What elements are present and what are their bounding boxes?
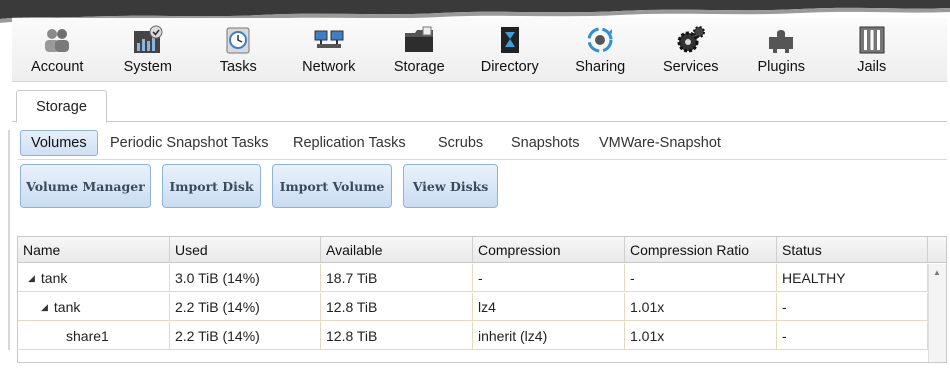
toolbar-label: Plugins <box>757 59 806 75</box>
volumes-table: Name Used Available Compression Compress… <box>17 236 947 363</box>
toolbar-label: Sharing <box>575 59 626 75</box>
cell-name: share1 <box>18 322 170 350</box>
cell-name: ◢ tank <box>18 293 170 321</box>
services-icon <box>675 25 707 55</box>
row-name-text: share1 <box>66 328 109 344</box>
toolbar-storage[interactable]: Storage <box>374 18 465 81</box>
toolbar-jails[interactable]: Jails <box>827 18 918 81</box>
toolbar-label: System <box>123 59 172 75</box>
column-header-compression-ratio[interactable]: Compression Ratio <box>625 237 777 263</box>
subtab-vmware-snapshot[interactable]: VMWare-Snapshot <box>599 130 721 156</box>
toolbar-label: Network <box>302 59 356 75</box>
toolbar-account[interactable]: Account <box>12 18 103 81</box>
cell-compression-ratio: - <box>625 264 777 292</box>
toolbar-label: Storage <box>393 59 445 75</box>
column-header-status[interactable]: Status <box>777 237 928 263</box>
cell-compression: - <box>473 264 625 292</box>
cell-compression: lz4 <box>473 293 625 321</box>
subtab-scrubs[interactable]: Scrubs <box>438 130 483 156</box>
cell-status: - <box>777 293 928 321</box>
network-icon <box>313 25 345 55</box>
toolbar-label: Services <box>662 59 719 75</box>
tasks-icon <box>222 25 254 55</box>
cell-available: 18.7 TiB <box>321 264 473 292</box>
plugins-icon <box>765 25 797 55</box>
cell-used: 2.2 TiB (14%) <box>170 322 321 350</box>
cell-status: - <box>777 322 928 350</box>
volume-manager-button[interactable]: Volume Manager <box>20 164 151 208</box>
view-disks-button[interactable]: View Disks <box>403 164 498 208</box>
row-name-text: tank <box>53 299 81 315</box>
cell-available: 12.8 TiB <box>321 322 473 350</box>
toolbar-tasks[interactable]: Tasks <box>193 18 284 81</box>
cell-available: 12.8 TiB <box>321 293 473 321</box>
toolbar-system[interactable]: System <box>103 18 194 81</box>
system-icon <box>132 25 164 55</box>
left-divider <box>8 130 10 350</box>
cell-name: ◢ tank <box>18 264 170 292</box>
storage-icon <box>403 25 435 55</box>
toolbar-label: Directory <box>480 59 539 75</box>
directory-icon <box>494 25 526 55</box>
table-header: Name Used Available Compression Compress… <box>18 237 946 263</box>
row-name-text: tank <box>40 270 68 286</box>
toolbar-directory[interactable]: Directory <box>465 18 556 81</box>
expand-triangle-icon[interactable]: ◢ <box>41 302 48 313</box>
storage-subtabs: Volumes Periodic Snapshot Tasks Replicat… <box>18 124 947 160</box>
expand-triangle-icon[interactable]: ◢ <box>28 273 35 284</box>
header-spacer <box>928 237 946 263</box>
jails-icon <box>856 25 888 55</box>
cell-compression-ratio: 1.01x <box>625 293 777 321</box>
cell-compression-ratio: 1.01x <box>625 322 777 350</box>
top-toolbar: Account System Tasks Network Storage Dir… <box>12 18 947 82</box>
import-disk-button[interactable]: Import Disk <box>162 164 261 208</box>
toolbar-label: Tasks <box>219 59 257 75</box>
column-header-compression[interactable]: Compression <box>473 237 625 263</box>
subtab-periodic-snapshot-tasks[interactable]: Periodic Snapshot Tasks <box>110 130 269 156</box>
account-icon <box>41 25 73 55</box>
subtab-replication-tasks[interactable]: Replication Tasks <box>293 130 406 156</box>
table-row[interactable]: share1 2.2 TiB (14%) 12.8 TiB inherit (l… <box>18 322 928 350</box>
column-header-used[interactable]: Used <box>170 237 321 263</box>
toolbar-plugins[interactable]: Plugins <box>736 18 827 81</box>
tab-storage[interactable]: Storage <box>16 90 107 123</box>
sharing-icon <box>584 25 616 55</box>
subtab-volumes[interactable]: Volumes <box>20 130 98 156</box>
cell-used: 3.0 TiB (14%) <box>170 264 321 292</box>
column-header-name[interactable]: Name <box>18 237 170 263</box>
import-volume-button[interactable]: Import Volume <box>272 164 392 208</box>
cell-used: 2.2 TiB (14%) <box>170 293 321 321</box>
scroll-up-arrow-icon[interactable]: ▲ <box>933 268 941 277</box>
table-scrollbar[interactable]: ▲ <box>928 264 946 362</box>
toolbar-sharing[interactable]: Sharing <box>555 18 646 81</box>
main-tab-bar: Storage <box>12 86 947 123</box>
toolbar-network[interactable]: Network <box>284 18 375 81</box>
table-row[interactable]: ◢ tank 3.0 TiB (14%) 18.7 TiB - - HEALTHY <box>18 264 928 292</box>
column-header-available[interactable]: Available <box>321 237 473 263</box>
table-row[interactable]: ◢ tank 2.2 TiB (14%) 12.8 TiB lz4 1.01x - <box>18 293 928 321</box>
toolbar-label: Jails <box>857 59 887 75</box>
cell-status: HEALTHY <box>777 264 928 292</box>
toolbar-label: Account <box>31 59 84 75</box>
cell-compression: inherit (lz4) <box>473 322 625 350</box>
subtab-snapshots[interactable]: Snapshots <box>511 130 580 156</box>
toolbar-services[interactable]: Services <box>646 18 737 81</box>
